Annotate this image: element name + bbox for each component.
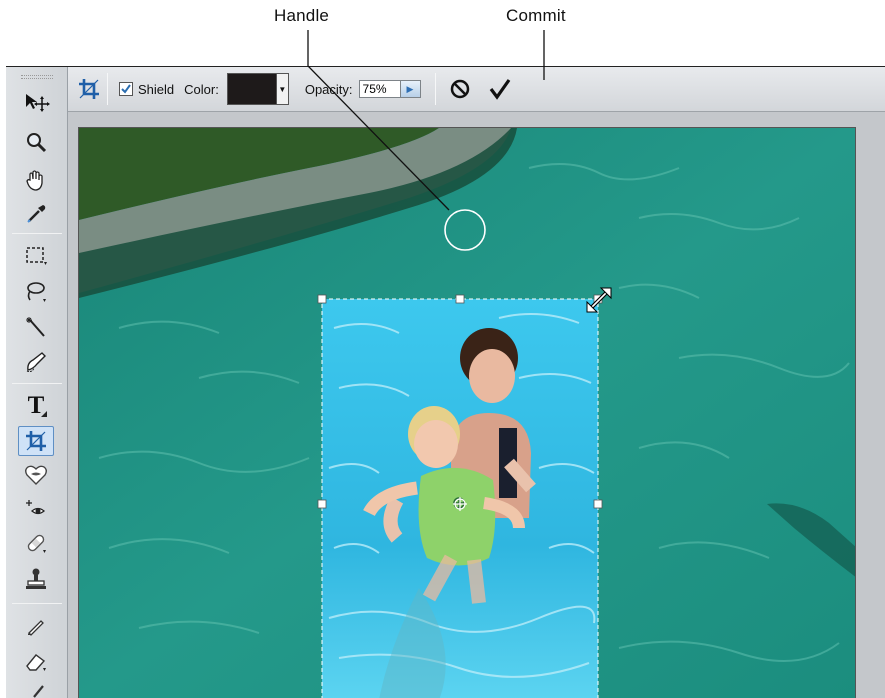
crop-tool[interactable] (18, 426, 54, 456)
lasso-icon (27, 282, 46, 302)
pencil-tool[interactable] (18, 611, 54, 641)
toolbox-divider (12, 383, 62, 384)
cancel-button[interactable] (445, 74, 475, 104)
red-eye-icon (25, 465, 47, 485)
tool-options-bar: Shield Color: ▼ Opacity: 75% ▶ (68, 67, 885, 112)
shield-checkbox[interactable] (119, 82, 133, 96)
brush-icon (33, 685, 44, 698)
clone-stamp-tool[interactable] (18, 564, 54, 594)
magic-wand-icon (26, 317, 45, 337)
checkmark-icon (121, 84, 131, 94)
marquee-tool[interactable] (18, 241, 54, 271)
options-separator (107, 73, 108, 105)
eyedropper-icon (27, 205, 46, 223)
toolbox-divider (12, 603, 62, 604)
magic-wand-tool[interactable] (18, 313, 54, 343)
spot-healing-icon (26, 500, 46, 515)
shield-label: Shield (138, 81, 175, 97)
zoom-tool[interactable] (18, 127, 54, 157)
opacity-slider-button[interactable]: ▶ (400, 80, 421, 98)
cancel-icon (450, 79, 469, 99)
marquee-icon (26, 247, 47, 265)
tool-group-arrow-icon (41, 411, 47, 417)
editor-window: T Shield Color: ▼ Opacity: 75% ▶ (6, 66, 885, 698)
commit-callout-label: Commit (506, 6, 566, 25)
color-label: Color: (184, 81, 219, 97)
brush-tool[interactable] (18, 679, 54, 698)
spot-healing-tool[interactable] (18, 494, 54, 524)
eyedropper-tool[interactable] (18, 199, 54, 229)
opacity-label: Opacity: (304, 81, 353, 97)
checkmark-icon (489, 79, 510, 100)
toolbox: T (6, 67, 68, 698)
options-separator (434, 73, 436, 105)
quick-selection-icon (26, 352, 46, 373)
eraser-icon (26, 654, 46, 671)
crop-tool-preset[interactable] (76, 76, 102, 102)
crop-icon (26, 431, 46, 451)
quick-selection-tool[interactable] (18, 347, 54, 377)
shield-color-swatch[interactable] (226, 73, 277, 105)
bandage-icon (27, 534, 46, 553)
document-canvas[interactable] (78, 127, 856, 698)
opacity-input[interactable]: 75% (358, 80, 401, 98)
magnifier-icon (27, 133, 47, 153)
hand-icon (26, 170, 43, 191)
type-tool[interactable]: T (18, 391, 54, 421)
lasso-tool[interactable] (18, 277, 54, 307)
move-icon (26, 94, 50, 112)
red-eye-tool[interactable] (18, 460, 54, 490)
pool-photo (79, 128, 855, 698)
color-dropdown-button[interactable]: ▼ (276, 73, 289, 105)
triangle-right-icon: ▶ (406, 83, 414, 94)
hand-tool[interactable] (18, 165, 54, 195)
move-tool[interactable] (18, 87, 54, 117)
chevron-down-icon: ▼ (278, 84, 287, 94)
stamp-icon (26, 568, 46, 589)
commit-button[interactable] (485, 74, 515, 104)
crop-icon (79, 79, 99, 99)
handle-callout-label: Handle (274, 6, 330, 25)
eraser-tool[interactable] (18, 647, 54, 677)
toolbox-divider (12, 233, 62, 234)
toolbox-grip[interactable] (21, 75, 53, 79)
pencil-icon (28, 620, 44, 636)
bandage-tool[interactable] (18, 528, 54, 558)
